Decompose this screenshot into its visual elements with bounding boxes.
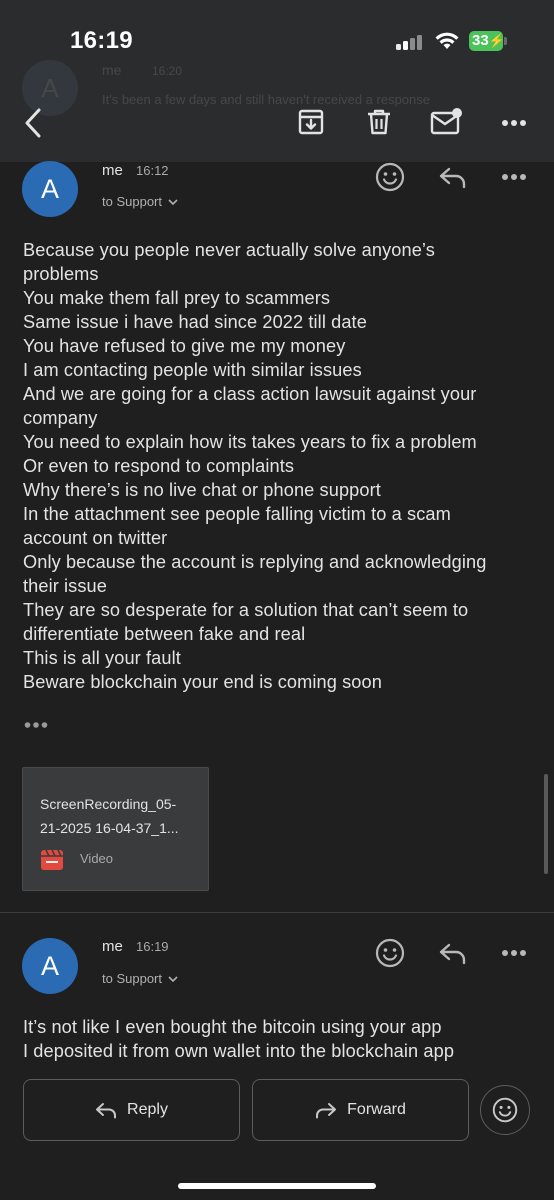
more-horizontal-icon [502,174,526,180]
mark-unread-button[interactable] [428,104,464,138]
video-clapper-icon [41,849,63,870]
reply-icon [96,1103,117,1119]
body-line: their issue [23,576,107,596]
sender-avatar[interactable]: A [22,938,78,994]
attachment-card[interactable]: ScreenRecording_05- 21-2025 16-04-37_1..… [22,767,209,891]
body-line: Because you people never actually solve … [23,240,435,260]
body-line: Why there’s is no live chat or phone sup… [23,480,381,500]
recipient-toggle[interactable]: to Support [102,971,178,986]
smiley-icon [375,162,405,192]
message-more-button[interactable] [497,940,531,966]
recipient-label: to Support [102,971,162,986]
recipient-toggle[interactable]: to Support [102,194,178,209]
message-time: 16:12 [136,163,169,178]
sender-name: me [102,938,123,955]
forward-label: Forward [347,1101,406,1118]
recipient-label: to Support [102,194,162,209]
more-horizontal-icon [502,950,526,956]
body-line: Only because the account is replying and… [23,552,487,572]
preview-time: 16:20 [152,64,183,78]
reply-label: Reply [127,1101,168,1118]
forward-icon [316,1103,337,1119]
mail-unread-icon [430,108,462,135]
background-message-preview: A me 16:20 It's been a few days and stil… [22,60,552,120]
body-line: This is all your fault [23,648,181,668]
chevron-down-icon [168,975,178,982]
status-time: 16:19 [70,27,133,54]
reply-icon [439,943,466,965]
body-line: I am contacting people with similar issu… [23,360,362,380]
emoji-reaction-button[interactable] [480,1085,530,1135]
body-line: You have refused to give me my money [23,336,346,356]
more-horizontal-icon [502,120,526,126]
body-line: Or even to respond to complaints [23,456,295,476]
message-divider [0,912,554,913]
message-more-button[interactable] [497,164,531,190]
show-trimmed-content-button[interactable] [24,716,48,734]
message-time: 16:19 [136,939,169,954]
reply-button[interactable] [436,162,470,192]
body-line: They are so desperate for a solution tha… [23,600,469,620]
body-line: Beware blockchain your end is coming soo… [23,672,382,692]
body-line: You make them fall prey to scammers [23,288,331,308]
attachment-type: Video [80,851,114,866]
archive-button[interactable] [294,105,328,139]
more-options-button[interactable] [496,110,532,136]
reply-button[interactable] [436,938,470,968]
emoji-react-button[interactable] [373,160,407,194]
body-line: And we are going for a class action laws… [23,384,477,404]
reply-action-button[interactable]: Reply [23,1079,240,1141]
scrollbar[interactable] [544,774,548,874]
smiley-icon [375,938,405,968]
preview-sender: me [102,62,122,78]
archive-icon [298,109,324,135]
reply-icon [439,167,466,189]
battery-indicator: 33⚡ [469,31,505,51]
ellipsis-icon [24,722,48,728]
chevron-left-icon [25,108,41,138]
body-line: company [23,408,98,428]
battery-level: 33 [472,32,489,49]
body-line: I deposited it from own wallet into the … [23,1041,455,1061]
back-button[interactable] [16,104,50,142]
home-indicator[interactable] [178,1183,376,1189]
wifi-icon [435,32,459,49]
body-line: differentiate between fake and real [23,624,306,644]
cellular-signal-icon [396,34,424,50]
battery-tip [504,37,507,45]
body-line: You need to explain how its takes years … [23,432,477,452]
delete-button[interactable] [362,105,396,139]
body-line: account on twitter [23,528,168,548]
body-line: It’s not like I even bought the bitcoin … [23,1017,442,1037]
body-line: In the attachment see people falling vic… [23,504,451,524]
body-line: problems [23,264,99,284]
smiley-icon [492,1097,518,1123]
attachment-name-line1: ScreenRecording_05- [40,796,177,812]
forward-action-button[interactable]: Forward [252,1079,469,1141]
attachment-name-line2: 21-2025 16-04-37_1... [40,820,179,836]
emoji-react-button[interactable] [373,936,407,970]
sender-avatar[interactable]: A [22,161,78,217]
body-line: Same issue i have had since 2022 till da… [23,312,367,332]
trash-icon [368,109,390,135]
sender-name: me [102,162,123,179]
top-app-bar: A me 16:20 It's been a few days and stil… [0,0,554,162]
chevron-down-icon [168,198,178,205]
